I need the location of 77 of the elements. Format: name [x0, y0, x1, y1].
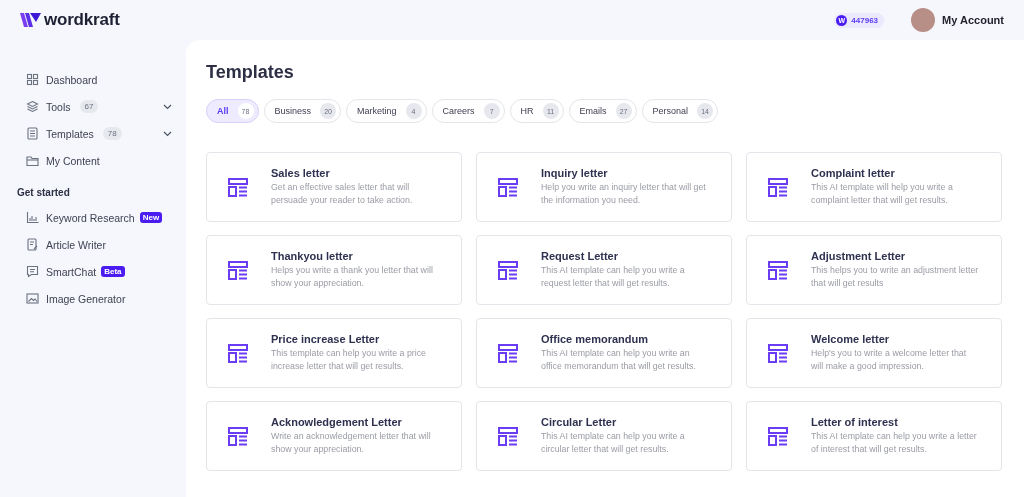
template-card[interactable]: Acknowledgement Letter Write an acknowledgement letter that will show your appreciation.	[206, 401, 462, 471]
tool-item[interactable]: Keyword Research New	[26, 204, 170, 231]
nav-item[interactable]: My Content	[26, 147, 170, 174]
section-title: Get started	[17, 187, 71, 198]
card-title: Thankyou letter	[271, 250, 354, 262]
folder-icon	[26, 154, 39, 167]
template-card[interactable]: Request Letter This AI template can help you write a request letter that will get results.	[476, 235, 732, 305]
edit-document-icon	[26, 238, 39, 251]
card-title: Office memorandum	[541, 333, 649, 345]
tool-item[interactable]: Article Writer	[26, 231, 170, 258]
template-icon	[228, 426, 248, 446]
template-icon	[768, 177, 788, 197]
tool-item[interactable]: Image Generator	[26, 285, 170, 312]
card-description: Write an acknowledgement letter that will show your appreciation.	[271, 430, 432, 456]
grid-icon	[26, 73, 39, 86]
template-icon	[228, 260, 248, 280]
card-description: This AI template can help you write an office memorandum that will get results.	[541, 347, 697, 373]
card-title: Sales letter	[271, 167, 331, 179]
card-title: Letter of interest	[811, 416, 899, 428]
template-icon	[498, 177, 518, 197]
count-badge: 67	[79, 100, 99, 113]
template-icon	[498, 343, 518, 363]
nav-item[interactable]: Dashboard	[26, 66, 170, 93]
template-card[interactable]: Inquiry letter Help you write an inquiry letter that will get the information you need.	[476, 152, 732, 222]
template-icon	[228, 343, 248, 363]
card-title: Adjustment Letter	[811, 250, 907, 262]
card-description: Helps you write a thank you letter that will show your appreciation.	[271, 264, 434, 290]
template-card[interactable]: Letter of interest This AI template can help you write a letter of interest that will get results.	[746, 401, 1002, 471]
card-title: Complaint letter	[811, 167, 896, 179]
card-title: Welcome letter	[811, 333, 891, 345]
nav-item[interactable]: Tools 67	[26, 93, 170, 120]
card-title: Circular Letter	[541, 416, 618, 428]
card-title: Price increase Letter	[271, 333, 381, 345]
template-card[interactable]: Complaint letter This AI template will help you write a complaint letter that will get results.	[746, 152, 1002, 222]
chevron-down-icon[interactable]	[163, 103, 172, 110]
chat-icon	[26, 265, 39, 278]
card-description: Get an effective sales letter that will persuade your reader to take action.	[271, 181, 414, 207]
image-icon	[26, 292, 39, 305]
card-description: This AI template can help you write a letter of interest that will get results.	[811, 430, 978, 456]
document-icon	[26, 127, 39, 140]
label-badge: New	[139, 212, 163, 223]
count-badge: 78	[102, 127, 122, 140]
label-badge: Beta	[101, 266, 125, 277]
account-link[interactable]: My Account	[942, 14, 1004, 26]
chevron-down-icon[interactable]	[163, 130, 172, 137]
card-description: This AI template will help you write a complaint letter that will get results.	[811, 181, 954, 207]
credits-amount: 447963	[851, 15, 879, 25]
card-description: This AI template can help you write a request letter that will get results.	[541, 264, 686, 290]
layers-icon	[26, 100, 39, 113]
avatar[interactable]	[911, 8, 936, 32]
logo-icon	[20, 13, 41, 27]
brand-name[interactable]: wordkraft	[44, 10, 120, 30]
template-card[interactable]: Adjustment Letter This helps you to write an adjustment letter that will get results	[746, 235, 1002, 305]
tool-item[interactable]: SmartChat Beta	[26, 258, 170, 285]
nav-item[interactable]: Templates 78	[26, 120, 170, 147]
card-title: Request Letter	[541, 250, 620, 262]
card-title: Acknowledgement Letter	[271, 416, 403, 428]
template-card[interactable]: Price increase Letter This template can help you write a price increase letter that will get results.	[206, 318, 462, 388]
template-card[interactable]: Thankyou letter Helps you write a thank you letter that will show your appreciation.	[206, 235, 462, 305]
card-description: Help you write an inquiry letter that will get the information you need.	[541, 181, 707, 207]
page-title: Templates	[206, 62, 295, 83]
template-icon	[498, 426, 518, 446]
card-description: Help's you to write a welcome letter that will make a good impression.	[811, 347, 968, 373]
template-card[interactable]: Sales letter Get an effective sales letter that will persuade your reader to take action.	[206, 152, 462, 222]
template-icon	[768, 260, 788, 280]
template-card[interactable]: Circular Letter This AI template can help you write a circular letter that will get results.	[476, 401, 732, 471]
card-description: This AI template can help you write a circular letter that will get results.	[541, 430, 686, 456]
card-title: Inquiry letter	[541, 167, 609, 179]
card-description: This helps you to write an adjustment letter that will get results	[811, 264, 979, 290]
template-icon	[768, 426, 788, 446]
template-card[interactable]: Welcome letter Help's you to write a welcome letter that will make a good impression.	[746, 318, 1002, 388]
template-icon	[768, 343, 788, 363]
template-card[interactable]: Office memorandum This AI template can help you write an office memorandum that will get results.	[476, 318, 732, 388]
template-icon	[498, 260, 518, 280]
template-icon	[228, 177, 248, 197]
bar-chart-icon	[26, 211, 39, 224]
card-description: This template can help you write a price increase letter that will get results.	[271, 347, 427, 373]
